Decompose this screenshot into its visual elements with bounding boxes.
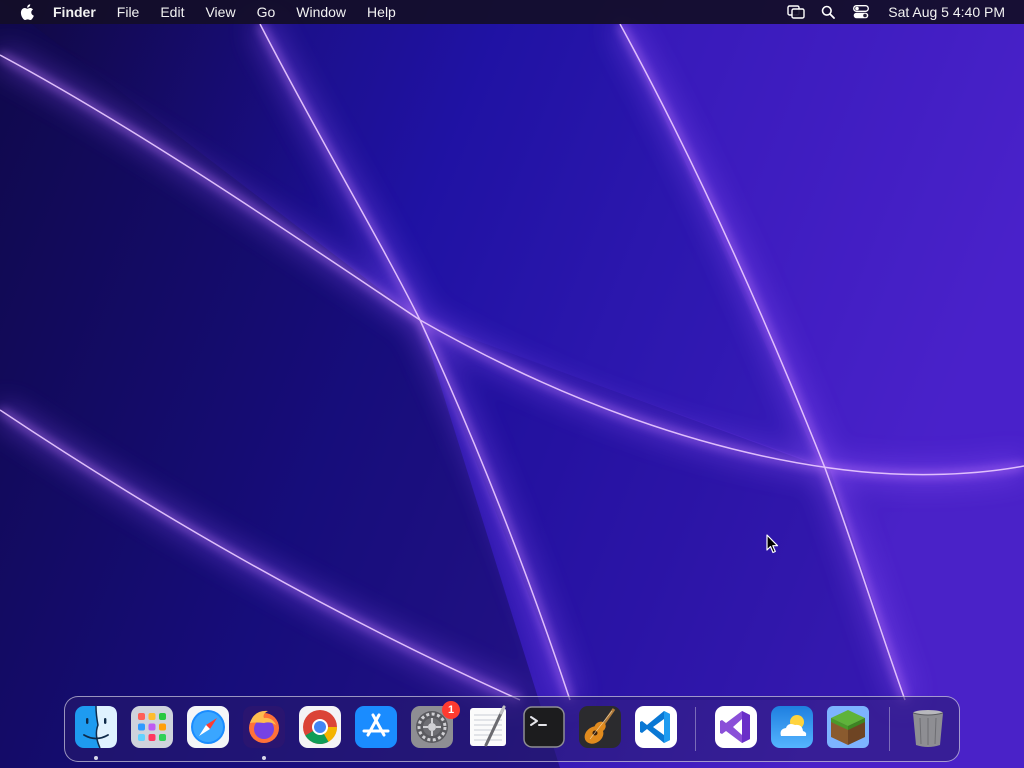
apple-menu-icon[interactable] bbox=[17, 0, 37, 24]
dock-separator bbox=[695, 707, 696, 751]
dock-launchpad-icon[interactable] bbox=[130, 705, 174, 749]
mouse-pointer-icon bbox=[766, 534, 779, 554]
spotlight-search-icon[interactable] bbox=[820, 0, 836, 24]
menu-view[interactable]: View bbox=[205, 0, 235, 24]
screen-mirroring-icon[interactable] bbox=[786, 0, 806, 24]
menu-help[interactable]: Help bbox=[367, 0, 396, 24]
dock-app-store-icon[interactable] bbox=[354, 705, 398, 749]
menu-bar-clock[interactable]: Sat Aug 5 4:40 PM bbox=[888, 4, 1005, 20]
notification-badge: 1 bbox=[442, 701, 460, 719]
dock-terminal-icon[interactable] bbox=[522, 705, 566, 749]
dock-safari-icon[interactable] bbox=[186, 705, 230, 749]
firefox-running-indicator bbox=[262, 756, 266, 760]
dock-finder-icon[interactable] bbox=[74, 705, 118, 749]
dock-system-settings-icon[interactable]: 1 bbox=[410, 701, 460, 749]
menu-window[interactable]: Window bbox=[296, 0, 346, 24]
dock-minecraft-icon[interactable] bbox=[826, 705, 870, 749]
menu-file[interactable]: File bbox=[117, 0, 140, 24]
dock-garageband-icon[interactable] bbox=[578, 705, 622, 749]
menu-edit[interactable]: Edit bbox=[160, 0, 184, 24]
dock-separator-trash bbox=[889, 707, 890, 751]
control-center-icon[interactable] bbox=[852, 0, 870, 24]
dock-firefox-icon[interactable] bbox=[242, 705, 286, 749]
menu-app-name[interactable]: Finder bbox=[53, 0, 96, 24]
dock: 1 bbox=[64, 696, 960, 762]
dock-trash-icon[interactable] bbox=[906, 705, 950, 749]
finder-running-indicator bbox=[94, 756, 98, 760]
dock-weather-icon[interactable] bbox=[770, 705, 814, 749]
menu-go[interactable]: Go bbox=[257, 0, 276, 24]
dock-vscode-icon[interactable] bbox=[634, 705, 678, 749]
dock-chrome-icon[interactable] bbox=[298, 705, 342, 749]
desktop-wallpaper bbox=[0, 0, 1024, 768]
dock-visual-studio-icon[interactable] bbox=[714, 705, 758, 749]
menu-bar: Finder File Edit View Go Window Help Sat… bbox=[0, 0, 1024, 24]
dock-textedit-icon[interactable] bbox=[466, 705, 510, 749]
